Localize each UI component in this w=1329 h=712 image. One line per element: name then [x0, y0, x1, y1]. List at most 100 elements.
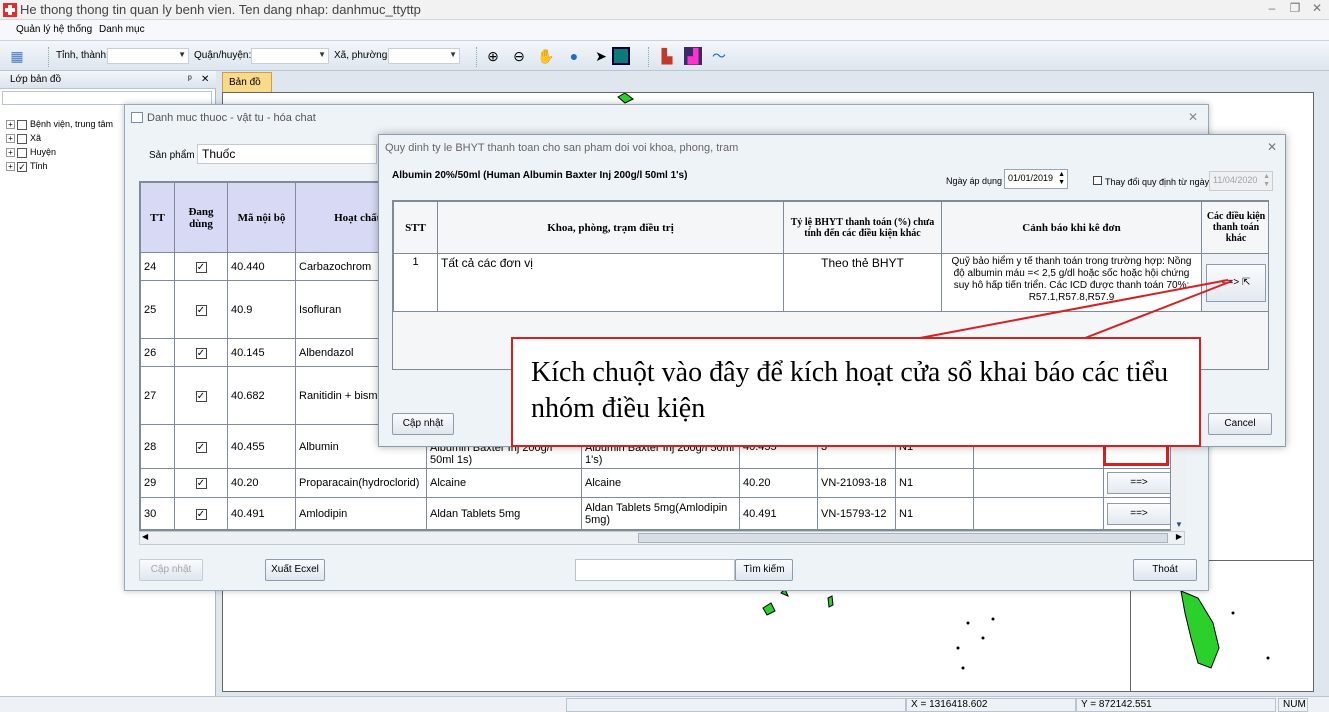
cell-ingredient: Amlodipin — [295, 497, 427, 530]
cell-name2: Aldan Tablets 5mg(Amlodipin 5mg) — [581, 497, 740, 530]
cell-code: 40.20 — [227, 468, 296, 498]
cell-tt: 29 — [140, 468, 175, 498]
checkbox[interactable] — [1093, 176, 1102, 185]
cell-tt: 27 — [140, 366, 175, 425]
toolbar-separator — [476, 47, 480, 67]
layers-icon[interactable]: ▦ — [8, 47, 26, 65]
col-header-code[interactable]: Mã nội bộ — [227, 182, 296, 253]
export-excel-button[interactable]: Xuất Ecxel — [265, 559, 325, 581]
col-header-dept[interactable]: Khoa, phòng, trạm điều trị — [437, 201, 784, 254]
layer-ward[interactable]: + Xã — [6, 133, 41, 146]
active-checkbox[interactable]: ✓ — [195, 508, 207, 520]
zoom-in-icon[interactable]: ⊕ — [484, 47, 502, 65]
layers-panel-title: Lớp bản đồ — [10, 74, 62, 85]
close-icon[interactable]: ✕ — [201, 74, 209, 85]
toolbar-separator — [648, 47, 652, 67]
map-island — [762, 602, 776, 616]
layer-province[interactable]: + ✓ Tỉnh — [6, 161, 48, 174]
status-cell — [566, 698, 906, 712]
table-row[interactable]: 29 ✓ 40.20 Proparacain(hydroclorid) Alca… — [140, 468, 1170, 498]
expand-icon[interactable]: + — [6, 162, 15, 172]
close-icon[interactable]: ✕ — [1267, 140, 1277, 154]
window-close-button[interactable]: ✕ — [1307, 1, 1327, 17]
layer-hospitals[interactable]: + Bệnh viện, trung tâm — [6, 119, 113, 132]
col-header-rate[interactable]: Tỷ lệ BHYT thanh toán (%) chưa tính đến … — [783, 201, 942, 254]
expand-icon[interactable]: + — [6, 148, 15, 158]
color-fill-icon[interactable] — [612, 47, 630, 65]
col-header-active[interactable]: Đang dùng — [174, 182, 228, 253]
change-rule-checkbox-row[interactable]: Thay đổi quy định từ ngày — [1093, 176, 1209, 187]
cell-code2: 40.491 — [739, 497, 818, 530]
minimize-button[interactable]: – — [1262, 1, 1282, 17]
layer-label: Bệnh viện, trung tâm — [30, 119, 114, 129]
apply-date-input[interactable]: 01/01/2019 ▲ ▼ — [1004, 169, 1068, 189]
col-header-warning[interactable]: Cảnh báo khi kê đơn — [941, 201, 1202, 254]
cell-reg: VN-21093-18 — [817, 468, 896, 498]
pin-icon[interactable]: ᵖ — [188, 74, 192, 85]
zoom-out-icon[interactable]: ⊖ — [510, 47, 528, 65]
layer-district[interactable]: + Huyện — [6, 147, 56, 160]
toolbar: ▦ Tỉnh, thành: ▼ Quận/huyện: ▼ Xã, phườn… — [0, 41, 1329, 71]
active-checkbox[interactable]: ✓ — [195, 478, 207, 489]
pointer-icon[interactable]: ➤ — [592, 47, 610, 65]
conditions-button[interactable]: ==> ⇱ — [1206, 263, 1266, 302]
cell-warning: Quỹ bảo hiểm y tế thanh toán trong trườn… — [941, 253, 1202, 312]
col-header-stt[interactable]: STT — [393, 201, 438, 254]
checkbox[interactable] — [17, 133, 27, 144]
expand-icon[interactable]: + — [6, 134, 15, 144]
expand-icon[interactable]: + — [6, 120, 15, 130]
toolbar-separator — [48, 47, 52, 67]
close-icon[interactable]: ✕ — [1188, 110, 1198, 124]
table-row[interactable]: 1 Tất cả các đơn vị Theo thẻ BHYT Quỹ bả… — [393, 253, 1268, 312]
table-row[interactable]: 30 ✓ 40.491 Amlodipin Aldan Tablets 5mg … — [140, 497, 1170, 530]
map-tab[interactable]: Bản đồ — [222, 72, 272, 92]
layers-filter-box[interactable] — [2, 91, 212, 105]
active-checkbox[interactable]: ✓ — [195, 441, 207, 453]
ward-select[interactable]: ▼ — [388, 48, 460, 64]
checkbox[interactable] — [17, 119, 27, 130]
active-checkbox[interactable]: ✓ — [195, 261, 207, 273]
province-select[interactable]: ▼ — [107, 48, 189, 64]
pan-hand-icon[interactable]: ✋ — [537, 47, 555, 65]
map-dot — [961, 666, 965, 670]
checkbox[interactable] — [17, 147, 27, 158]
chevron-down-icon: ▼ — [178, 50, 186, 59]
bar-chart-icon[interactable]: ▟ — [684, 47, 702, 65]
district-label: Quận/huyện: — [194, 50, 252, 61]
col-header-conditions[interactable]: Các điều kiện thanh toán khác — [1201, 201, 1268, 254]
cancel-button[interactable]: Cancel — [1208, 413, 1272, 435]
scroll-down-icon[interactable]: ▼ — [1175, 520, 1183, 529]
conditions-button[interactable]: ==> — [1107, 472, 1170, 494]
col-header-tt[interactable]: TT — [140, 182, 175, 253]
active-checkbox[interactable]: ✓ — [195, 347, 207, 359]
menu-catalog[interactable]: Danh mục — [99, 24, 145, 35]
scroll-right-icon[interactable]: ▶ — [1176, 532, 1182, 541]
product-label: Sản phẩm — [149, 150, 195, 161]
scroll-left-icon[interactable]: ◀ — [142, 532, 148, 541]
globe-icon[interactable]: ● — [565, 47, 583, 65]
restore-button[interactable]: ❐ — [1285, 1, 1305, 17]
search-button[interactable]: Tìm kiếm — [735, 559, 793, 581]
search-input[interactable] — [575, 559, 735, 581]
conditions-button[interactable]: ==> — [1107, 502, 1170, 525]
district-select[interactable]: ▼ — [251, 48, 329, 64]
spinner-icon[interactable]: ▲ ▼ — [1058, 171, 1065, 187]
update-button[interactable]: Cập nhật — [139, 559, 203, 581]
update-button[interactable]: Cập nhật — [392, 413, 454, 435]
checkbox[interactable]: ✓ — [17, 161, 27, 172]
product-field[interactable]: Thuốc — [197, 144, 377, 164]
cell-dept: Tất cả các đơn vị — [437, 253, 784, 312]
line-chart-icon[interactable]: 〜 — [710, 47, 728, 65]
scroll-thumb[interactable] — [638, 533, 1168, 543]
exit-button[interactable]: Thoát — [1133, 559, 1197, 581]
menu-system[interactable]: Quản lý hệ thống — [16, 24, 92, 35]
horizontal-scrollbar[interactable]: ◀ ▶ — [139, 531, 1185, 545]
apply-date-label: Ngày áp dụng — [946, 176, 1003, 186]
product-name: Albumin 20%/50ml (Human Albumin Baxter I… — [392, 170, 688, 181]
active-checkbox[interactable]: ✓ — [195, 304, 207, 316]
map-dot — [991, 617, 995, 621]
cell-code: 40.440 — [227, 252, 296, 281]
map-region — [617, 93, 634, 104]
map-chart-icon[interactable]: ▙ — [658, 47, 676, 65]
active-checkbox[interactable]: ✓ — [195, 390, 207, 402]
